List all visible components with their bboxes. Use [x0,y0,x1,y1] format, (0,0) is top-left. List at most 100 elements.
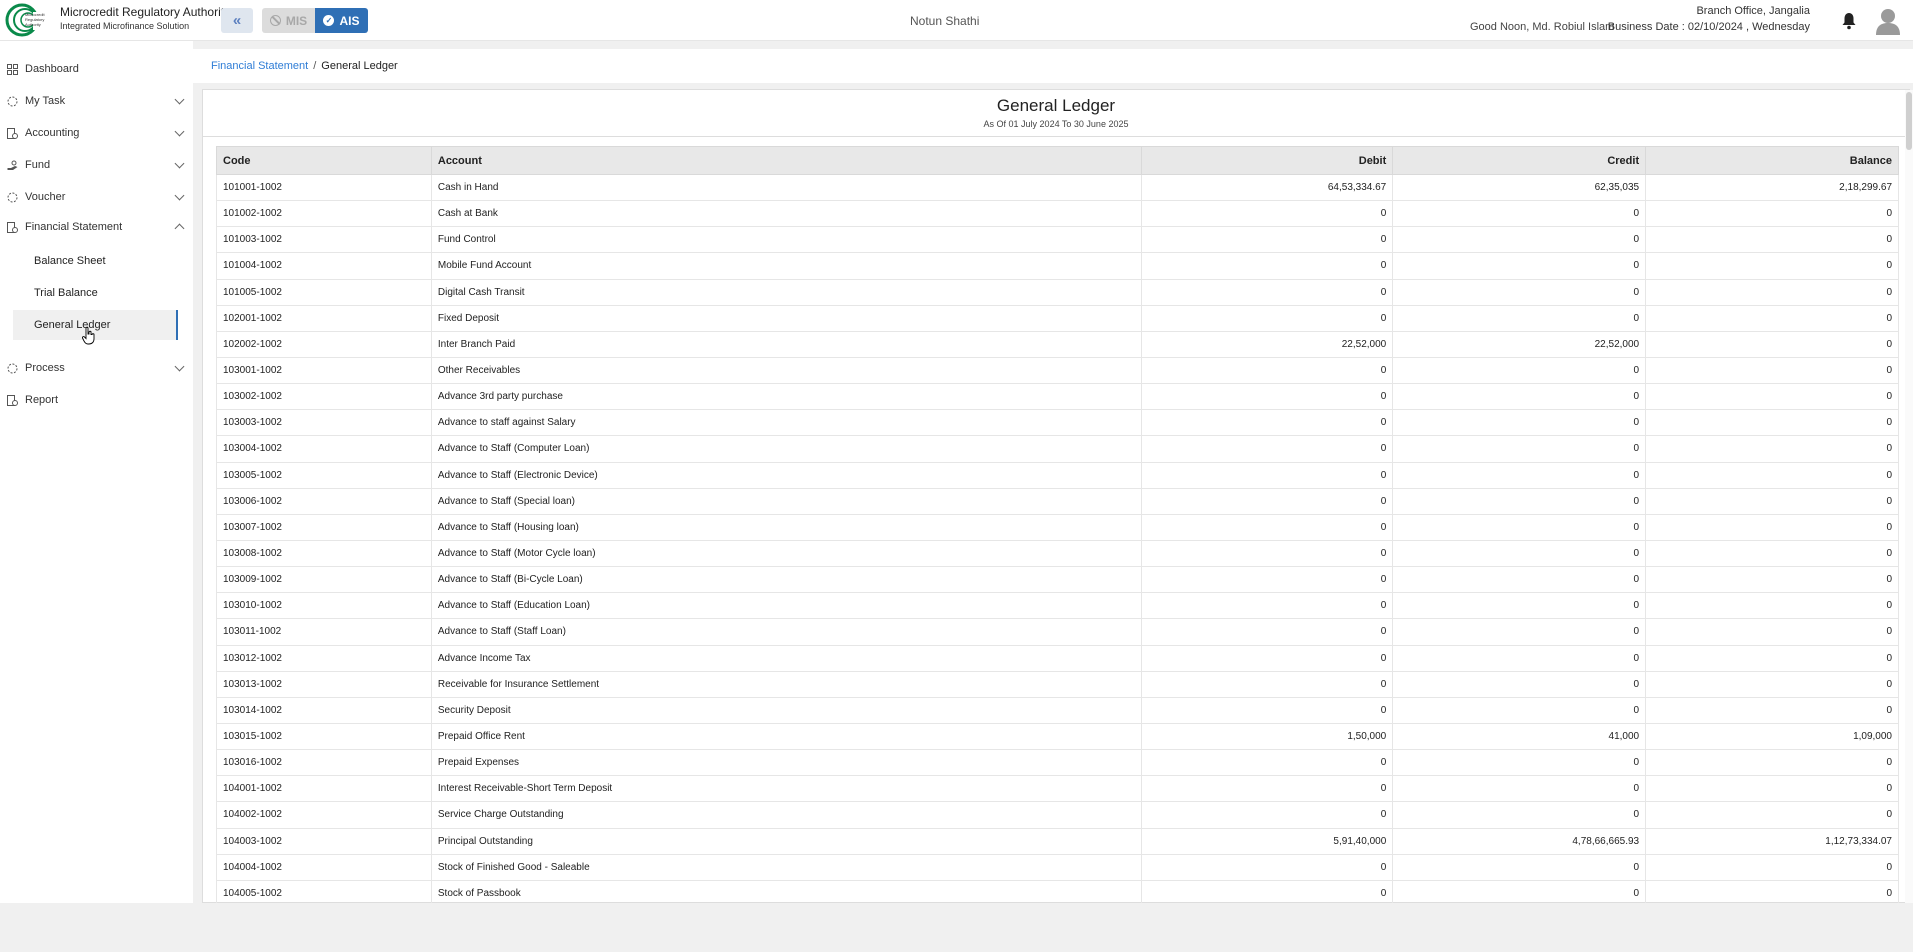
cell-credit: 41,000 [1392,722,1647,751]
cell-code: 104003-1002 [216,827,432,855]
cell-balance: 0 [1645,775,1899,803]
cell-debit: 0 [1141,644,1394,672]
cell-debit: 0 [1141,539,1394,568]
table-row: 104005-1002 Stock of Passbook 0 0 0 [216,879,1899,903]
accounting-icon [7,127,18,139]
mis-label: MIS [285,13,308,28]
table-row: 103001-1002 Other Receivables 0 0 0 [216,356,1899,385]
cell-account: Advance to Staff (Bi-Cycle Loan) [430,566,1143,594]
sidebar-item-voucher[interactable]: Voucher [0,184,193,210]
chevron-down-icon [174,94,185,105]
cell-debit: 0 [1141,461,1394,489]
scrollbar-thumb[interactable] [1906,92,1912,150]
cell-debit: 0 [1141,487,1394,515]
cell-account: Other Receivables [430,356,1143,385]
sidebar-item-report[interactable]: Report [0,387,193,413]
cell-balance: 0 [1645,435,1899,463]
table-row: 103016-1002 Prepaid Expenses 0 0 0 [216,749,1899,777]
cell-code: 103006-1002 [216,487,432,515]
table-row: 103002-1002 Advance 3rd party purchase 0 0 0 [216,383,1899,411]
cell-account: Advance to Staff (Electronic Device) [430,461,1143,489]
cell-balance: 1,12,73,334.07 [1645,827,1899,855]
cell-code: 103013-1002 [216,670,432,698]
breadcrumb-link-financial-statement[interactable]: Financial Statement [211,60,308,72]
table-row: 103012-1002 Advance Income Tax 0 0 0 [216,644,1899,672]
task-icon [7,96,18,106]
cell-balance: 0 [1645,461,1899,489]
column-header-credit: Credit [1392,146,1647,175]
table-row: 103011-1002 Advance to Staff (Staff Loan)… [216,618,1899,646]
cell-credit: 0 [1392,513,1647,541]
cell-code: 103009-1002 [216,566,432,594]
cell-balance: 0 [1645,409,1899,437]
cell-credit: 0 [1392,618,1647,646]
cell-code: 103014-1002 [216,696,432,724]
cell-balance: 0 [1645,278,1899,306]
cell-balance: 0 [1645,644,1899,672]
table-row: 103003-1002 Advance to staff against Sala… [216,409,1899,437]
cell-code: 103011-1002 [216,618,432,646]
breadcrumb-current: General Ledger [321,60,398,72]
cell-account: Receivable for Insurance Settlement [430,670,1143,698]
statement-icon [7,221,18,233]
collapse-sidebar-button[interactable]: « [221,8,253,33]
cell-account: Stock of Passbook [430,879,1143,903]
top-header: Microcredit Regulatory Authority Microcr… [0,0,1913,41]
cell-debit: 0 [1141,566,1394,594]
sidebar-item-label: My Task [25,95,66,107]
cell-debit: 22,52,000 [1141,330,1394,358]
divider [203,136,1909,137]
sidebar-item-financial-statement[interactable]: Financial Statement [0,214,193,240]
cell-account: Mobile Fund Account [430,252,1143,280]
cell-balance: 0 [1645,487,1899,515]
scrollbar-track[interactable] [1905,90,1913,903]
chevron-up-icon [174,223,185,234]
mis-toggle-button[interactable]: MIS [262,8,315,33]
sidebar-subitem-label: Trial Balance [34,287,98,299]
cell-credit: 0 [1392,383,1647,411]
sidebar-item-process[interactable]: Process [0,355,193,381]
table-row: 103005-1002 Advance to Staff (Electronic … [216,461,1899,489]
table-row: 104001-1002 Interest Receivable-Short Ter… [216,775,1899,803]
cell-code: 103004-1002 [216,435,432,463]
cell-account: Principal Outstanding [430,827,1143,855]
table-row: 101002-1002 Cash at Bank 0 0 0 [216,200,1899,228]
sidebar-subitem-trial-balance[interactable]: Trial Balance [13,278,178,308]
table-row: 101003-1002 Fund Control 0 0 0 [216,226,1899,254]
sidebar-item-dashboard[interactable]: Dashboard [0,56,193,82]
cell-debit: 0 [1141,775,1394,803]
cell-balance: 1,09,000 [1645,722,1899,751]
table-row: 102001-1002 Fixed Deposit 0 0 0 [216,304,1899,332]
ais-toggle-button[interactable]: ✓ AIS [315,8,368,33]
table-row: 104004-1002 Stock of Finished Good - Sale… [216,853,1899,881]
cell-debit: 0 [1141,252,1394,280]
bell-icon[interactable] [1841,12,1857,30]
cell-balance: 0 [1645,513,1899,541]
ban-icon [269,15,281,26]
cell-debit: 0 [1141,879,1394,903]
cell-code: 104004-1002 [216,853,432,881]
cell-credit: 0 [1392,696,1647,724]
voucher-icon [7,192,18,202]
column-header-balance: Balance [1645,146,1899,175]
cell-credit: 0 [1392,566,1647,594]
sidebar-item-accounting[interactable]: Accounting [0,120,193,146]
sidebar-subitem-balance-sheet[interactable]: Balance Sheet [13,246,178,276]
cell-credit: 62,35,035 [1392,173,1647,202]
chevron-down-icon [174,190,185,201]
user-avatar-icon[interactable] [1875,7,1901,35]
cell-account: Service Charge Outstanding [430,801,1143,829]
cell-debit: 0 [1141,513,1394,541]
sidebar-item-label: Process [25,362,65,374]
cell-credit: 22,52,000 [1392,330,1647,358]
cell-debit: 0 [1141,618,1394,646]
cell-credit: 0 [1392,252,1647,280]
sidebar-item-fund[interactable]: Fund [0,152,193,178]
cell-balance: 0 [1645,749,1899,777]
hand-money-icon [7,160,18,170]
table-row: 103010-1002 Advance to Staff (Education L… [216,592,1899,620]
sidebar-item-my-task[interactable]: My Task [0,88,193,114]
report-title: General Ledger [996,96,1116,115]
cell-balance: 0 [1645,383,1899,411]
cell-account: Advance to Staff (Staff Loan) [430,618,1143,646]
